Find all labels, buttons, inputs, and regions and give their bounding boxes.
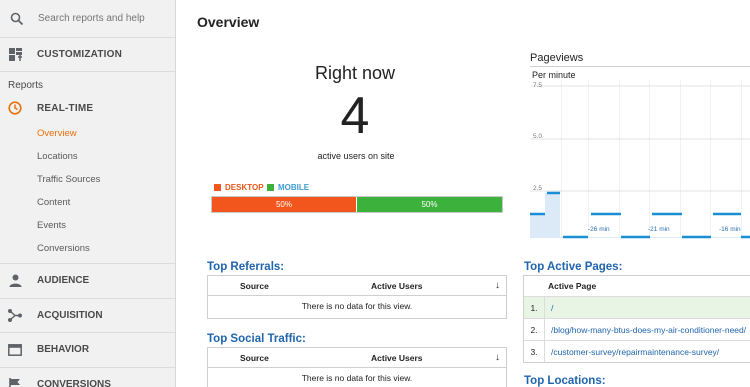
- row-number: 3.: [524, 341, 545, 362]
- top-referrals-title[interactable]: Top Referrals:: [207, 261, 284, 273]
- table-row[interactable]: 1. /: [524, 296, 750, 318]
- sort-down-icon[interactable]: ↓: [495, 352, 500, 363]
- col-source[interactable]: Source: [240, 281, 269, 291]
- top-referrals-table: Source Active Users ↓ There is no data f…: [207, 275, 507, 319]
- legend-mobile-label: MOBILE: [278, 183, 310, 192]
- page-title: Overview: [197, 14, 260, 30]
- top-social-header: Source Active Users ↓: [208, 348, 506, 368]
- empty-message: There is no data for this view.: [301, 300, 413, 311]
- dashboard-icon: [0, 48, 30, 61]
- flag-icon: [0, 377, 30, 387]
- active-users-count: 4: [340, 87, 370, 145]
- top-pages-title[interactable]: Top Active Pages:: [524, 261, 622, 273]
- col-active-users[interactable]: Active Users: [371, 281, 423, 291]
- nav-behavior[interactable]: BEHAVIOR: [0, 332, 175, 367]
- mobile-share-label: 50%: [421, 200, 438, 209]
- pageviews-chart: 7.5 5.0 2.5 -26 min -21 min -16 min: [530, 80, 750, 239]
- reports-section-label: Reports: [8, 80, 44, 91]
- top-social-title[interactable]: Top Social Traffic:: [207, 333, 306, 345]
- table-row[interactable]: 3./customer-survey/repairmaintenance-sur…: [524, 340, 750, 362]
- area-bar-2: [545, 194, 560, 238]
- col-source[interactable]: Source: [240, 353, 269, 363]
- desktop-share-label: 50%: [275, 200, 292, 209]
- active-page-link[interactable]: /blog/how-many-btus-does-my-air-conditio…: [545, 325, 746, 335]
- device-split-bar: 50% 50%: [211, 196, 503, 213]
- active-users-label: active users on site: [317, 151, 395, 161]
- nav-behavior-label: BEHAVIOR: [37, 344, 90, 356]
- realtime-item-locations[interactable]: Locations: [0, 145, 175, 168]
- row-number: 2.: [524, 319, 545, 340]
- realtime-submenu: Overview Locations Traffic Sources Content E…: [0, 122, 175, 260]
- area-bar-1: [530, 214, 545, 238]
- nav-realtime-label: REAL-TIME: [37, 102, 94, 114]
- legend-desktop-label: DESKTOP: [225, 183, 264, 192]
- nav-audience-label: AUDIENCE: [37, 275, 90, 287]
- acquisition-icon: [0, 308, 30, 322]
- legend-mobile: MOBILE: [267, 183, 309, 192]
- realtime-item-traffic-sources[interactable]: Traffic Sources: [0, 168, 175, 191]
- nav-audience[interactable]: AUDIENCE: [0, 263, 175, 298]
- top-pages-rows: 1./2./blog/how-many-btus-does-my-air-con…: [524, 296, 750, 362]
- search-bar[interactable]: Search reports and help: [0, 0, 175, 38]
- sort-down-icon[interactable]: ↓: [495, 280, 500, 291]
- nav-customization-label: CUSTOMIZATION: [37, 49, 123, 60]
- top-locations-title[interactable]: Top Locations:: [524, 375, 606, 387]
- realtime-item-conversions[interactable]: Conversions: [0, 237, 175, 260]
- nav-conversions[interactable]: CONVERSIONS: [0, 366, 175, 387]
- main-content: Overview Right now 4 active users on sit…: [186, 0, 750, 387]
- desktop-share-bar: 50%: [212, 197, 357, 212]
- top-referrals-header: Source Active Users ↓: [208, 276, 506, 296]
- y-tick-2-5: 2.5: [533, 185, 542, 192]
- nav-realtime[interactable]: REAL-TIME: [0, 94, 175, 122]
- nav-acquisition[interactable]: ACQUISITION: [0, 297, 175, 333]
- table-row[interactable]: 2./blog/how-many-btus-does-my-air-condit…: [524, 318, 750, 340]
- realtime-item-overview[interactable]: Overview: [0, 122, 175, 145]
- y-tick-7-5: 7.5: [533, 82, 542, 89]
- top-social-table: Source Active Users ↓ There is no data f…: [207, 347, 507, 387]
- y-tick-5-0: 5.0: [533, 133, 542, 140]
- search-icon: [2, 12, 32, 26]
- clock-icon: [0, 101, 30, 115]
- mobile-swatch: [267, 184, 274, 191]
- x-tick-26: -26 min: [588, 226, 610, 233]
- top-pages-header: Active Page: [524, 276, 750, 296]
- x-tick-21: -21 min: [648, 226, 670, 233]
- empty-message: There is no data for this view.: [301, 372, 413, 383]
- top-pages-table: Active Page 1./2./blog/how-many-btus-doe…: [523, 275, 750, 363]
- active-page-link[interactable]: /customer-survey/repairmaintenance-surve…: [545, 347, 719, 357]
- realtime-item-events[interactable]: Events: [0, 214, 175, 237]
- search-placeholder: Search reports and help: [38, 13, 145, 24]
- pageviews-divider: [530, 66, 750, 67]
- mobile-share-bar: 50%: [357, 197, 502, 212]
- active-page-link[interactable]: /: [545, 303, 553, 313]
- realtime-item-content[interactable]: Content: [0, 191, 175, 214]
- nav-acquisition-label: ACQUISITION: [37, 309, 103, 321]
- desktop-swatch: [214, 184, 221, 191]
- legend-desktop: DESKTOP: [214, 183, 264, 192]
- sidebar: Search reports and help CUSTOMIZATION Re…: [0, 0, 176, 387]
- right-now-heading: Right now: [314, 63, 396, 83]
- pageviews-subtitle: Per minute: [532, 70, 576, 80]
- x-tick-16: -16 min: [719, 226, 741, 233]
- behavior-icon: [0, 343, 30, 356]
- person-icon: [0, 274, 30, 288]
- col-active-users[interactable]: Active Users: [371, 353, 423, 363]
- row-number: 1.: [524, 297, 545, 318]
- nav-conversions-label: CONVERSIONS: [37, 378, 111, 387]
- nav-customization[interactable]: CUSTOMIZATION: [0, 38, 175, 72]
- col-active-page[interactable]: Active Page: [548, 281, 596, 291]
- pageviews-title: Pageviews: [530, 52, 584, 64]
